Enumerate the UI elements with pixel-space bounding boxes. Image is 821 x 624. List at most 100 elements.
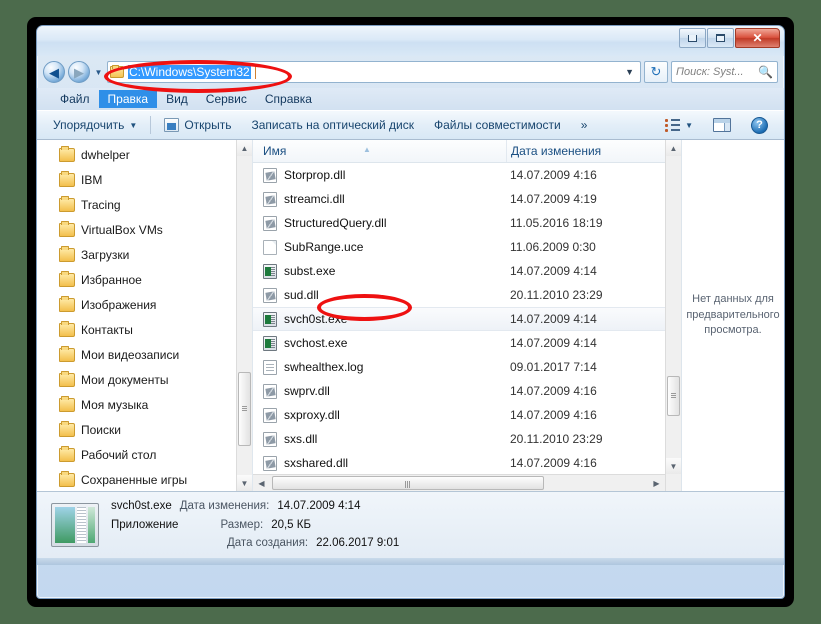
table-row[interactable]: swhealthex.log 09.01.2017 7:14 xyxy=(253,355,681,379)
table-row[interactable]: StructuredQuery.dll 11.05.2016 18:19 xyxy=(253,211,681,235)
forward-icon: ▶ xyxy=(74,64,84,80)
back-button[interactable]: ◀ xyxy=(43,61,65,83)
navigation-pane-scrollbar[interactable]: ▲ ▼ xyxy=(236,140,252,491)
sidebar-item-label: Моя музыка xyxy=(81,397,149,412)
sidebar-item[interactable]: Избранное xyxy=(37,267,252,292)
sidebar-item[interactable]: dwhelper xyxy=(37,142,252,167)
preview-pane-button[interactable] xyxy=(703,115,741,135)
sidebar-item[interactable]: Контакты xyxy=(37,317,252,342)
menu-item-tools[interactable]: Сервис xyxy=(197,90,256,108)
sidebar-item[interactable]: VirtualBox VMs xyxy=(37,217,252,242)
sidebar-item[interactable]: Рабочий стол xyxy=(37,442,252,467)
burn-to-disc-button[interactable]: Записать на оптический диск xyxy=(241,115,424,135)
address-row: ◀ ▶ ▼ C:\Windows\System32 ▼ ↻ Поиск: Sys… xyxy=(37,56,784,88)
file-date-cell: 14.07.2009 4:14 xyxy=(510,336,597,350)
change-view-button[interactable]: ▼ xyxy=(655,116,703,134)
sidebar-item-label: VirtualBox VMs xyxy=(81,222,163,237)
table-row[interactable]: sxs.dll 20.11.2010 23:29 xyxy=(253,427,681,451)
folder-icon xyxy=(59,345,75,362)
table-row[interactable]: svch0st.exe 14.07.2009 4:14 xyxy=(253,307,681,331)
minimize-button[interactable] xyxy=(679,28,706,48)
scroll-down-arrow[interactable]: ▼ xyxy=(666,458,681,474)
details-row-modified: svch0st.exe Дата изменения: 14.07.2009 4… xyxy=(111,497,399,516)
menu-item-help[interactable]: Справка xyxy=(256,90,321,108)
sidebar-item[interactable]: Мои документы xyxy=(37,367,252,392)
file-name-label: svch0st.exe xyxy=(284,312,348,326)
file-list-horizontal-scrollbar[interactable]: ◀ ▶ xyxy=(253,474,665,491)
details-modified-label: Дата изменения: xyxy=(179,499,270,512)
hscrollbar-thumb[interactable] xyxy=(272,476,545,490)
file-name-cell: svch0st.exe xyxy=(253,311,506,327)
address-input[interactable]: C:\Windows\System32 xyxy=(128,65,251,79)
open-button[interactable]: Открыть xyxy=(154,115,241,135)
scrollbar-thumb[interactable] xyxy=(667,376,680,416)
file-name-cell: sxs.dll xyxy=(253,431,506,447)
compatibility-files-button[interactable]: Файлы совместимости xyxy=(424,115,571,135)
scroll-left-arrow[interactable]: ◀ xyxy=(253,475,270,491)
table-row[interactable]: sud.dll 20.11.2010 23:29 xyxy=(253,283,681,307)
file-list-vertical-scrollbar[interactable]: ▲ ▼ xyxy=(665,140,681,491)
column-header-name-label: Имя xyxy=(263,144,287,158)
refresh-button[interactable]: ↻ xyxy=(644,61,668,83)
table-row[interactable]: Storprop.dll 14.07.2009 4:16 xyxy=(253,163,681,187)
scroll-up-arrow[interactable]: ▲ xyxy=(237,140,252,156)
menu-item-view[interactable]: Вид xyxy=(157,90,197,108)
history-dropdown-button[interactable]: ▼ xyxy=(93,68,104,77)
column-headers: Имя ▲ Дата изменения xyxy=(253,140,681,163)
sidebar-item[interactable]: Загрузки xyxy=(37,242,252,267)
sidebar-item[interactable]: Поиски xyxy=(37,417,252,442)
folder-icon xyxy=(59,470,75,487)
dll-file-icon xyxy=(263,191,277,207)
sidebar-item-label: Мои документы xyxy=(81,372,169,387)
table-row[interactable]: subst.exe 14.07.2009 4:14 xyxy=(253,259,681,283)
scroll-right-arrow[interactable]: ▶ xyxy=(648,475,665,491)
chevron-down-icon[interactable]: ▼ xyxy=(625,67,638,77)
sidebar-item[interactable]: Изображения xyxy=(37,292,252,317)
sidebar-item[interactable]: Сохраненные игры xyxy=(37,467,252,491)
refresh-icon: ↻ xyxy=(650,64,662,79)
scrollbar-thumb[interactable] xyxy=(238,372,251,446)
organize-button[interactable]: Упорядочить ▼ xyxy=(43,115,147,135)
title-bar[interactable]: ✕ xyxy=(37,26,784,56)
file-date-cell: 14.07.2009 4:16 xyxy=(510,456,597,470)
navigation-tree: dwhelper IBM Tracing VirtualBox VMs Загрузки… xyxy=(37,140,252,491)
column-header-modified[interactable]: Дата изменения xyxy=(506,140,681,162)
toolbar-overflow-button[interactable]: » xyxy=(571,115,598,135)
dll-file-icon xyxy=(263,407,277,423)
table-row[interactable]: SubRange.uce 11.06.2009 0:30 xyxy=(253,235,681,259)
sidebar-item[interactable]: Мои видеозаписи xyxy=(37,342,252,367)
table-row[interactable]: sxproxy.dll 14.07.2009 4:16 xyxy=(253,403,681,427)
thumbnail-part-right xyxy=(88,507,95,543)
address-bar[interactable]: C:\Windows\System32 ▼ xyxy=(107,61,641,83)
sidebar-item[interactable]: Моя музыка xyxy=(37,392,252,417)
forward-button[interactable]: ▶ xyxy=(68,61,90,83)
menu-item-edit[interactable]: Правка xyxy=(98,90,158,108)
dll-file-icon xyxy=(263,455,277,471)
sidebar-item[interactable]: Tracing xyxy=(37,192,252,217)
menu-item-file[interactable]: Файл xyxy=(51,90,99,108)
table-row[interactable]: svchost.exe 14.07.2009 4:14 xyxy=(253,331,681,355)
text-cursor xyxy=(254,65,256,79)
dll-file-icon xyxy=(263,431,277,447)
scroll-up-arrow[interactable]: ▲ xyxy=(666,140,681,156)
open-file-icon xyxy=(164,118,180,132)
folder-icon xyxy=(59,320,75,337)
hscroll-track[interactable] xyxy=(270,475,648,491)
close-button[interactable]: ✕ xyxy=(735,28,780,48)
file-rows: Storprop.dll 14.07.2009 4:16 streamci.dll 1… xyxy=(253,163,681,491)
help-button[interactable]: ? xyxy=(741,114,778,137)
table-row[interactable]: streamci.dll 14.07.2009 4:19 xyxy=(253,187,681,211)
dll-file-icon xyxy=(263,383,277,399)
sidebar-item-label: Сохраненные игры xyxy=(81,472,188,487)
column-header-name[interactable]: Имя ▲ xyxy=(253,144,506,158)
table-row[interactable]: sxshared.dll 14.07.2009 4:16 xyxy=(253,451,681,475)
table-row[interactable]: swprv.dll 14.07.2009 4:16 xyxy=(253,379,681,403)
search-icon: 🔍 xyxy=(758,65,773,79)
file-date-cell: 14.07.2009 4:16 xyxy=(510,408,597,422)
folder-icon xyxy=(59,170,75,187)
file-list-pane: Имя ▲ Дата изменения Storprop.dll 14.07.2… xyxy=(253,140,681,491)
scroll-down-arrow[interactable]: ▼ xyxy=(237,475,252,491)
search-input[interactable]: Поиск: Syst... 🔍 xyxy=(671,61,778,83)
maximize-button[interactable] xyxy=(707,28,734,48)
sidebar-item[interactable]: IBM xyxy=(37,167,252,192)
